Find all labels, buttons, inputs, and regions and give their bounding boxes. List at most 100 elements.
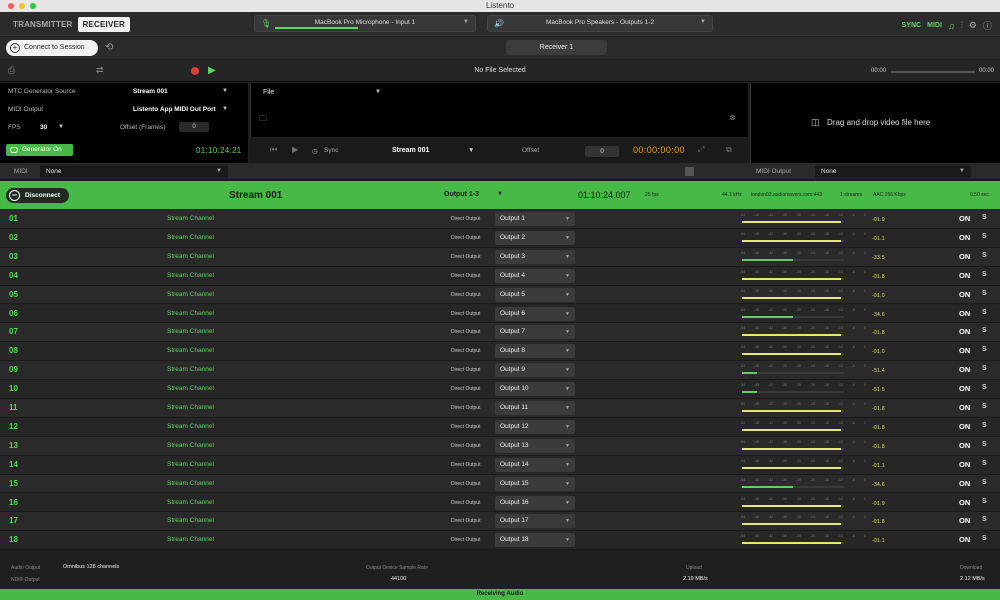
channel-on-toggle[interactable]: ON	[959, 479, 970, 488]
channel-on-toggle[interactable]: ON	[959, 327, 970, 336]
channel-output-select[interactable]: Output 1 ▼	[495, 212, 575, 226]
channel-solo-button[interactable]: S	[982, 441, 987, 448]
channel-output-select[interactable]: Output 18 ▼	[495, 533, 575, 548]
channel-solo-button[interactable]: S	[982, 346, 987, 353]
fps-select[interactable]: 30	[40, 124, 47, 131]
channel-solo-button[interactable]: S	[982, 309, 987, 316]
input-device-select[interactable]: 🎙 MacBook Pro Microphone - Input 1 ▼	[254, 15, 476, 32]
channel-on-toggle[interactable]: ON	[959, 214, 970, 223]
channel-on-toggle[interactable]: ON	[959, 346, 970, 355]
channel-output-select[interactable]: Output 17 ▼	[495, 514, 575, 529]
meter-tick-label: -36	[781, 326, 788, 331]
clear-icon[interactable]: ⊗	[729, 113, 736, 122]
channel-on-toggle[interactable]: ON	[959, 309, 970, 318]
skip-back-icon[interactable]: ⏮	[270, 145, 277, 155]
level-meter: -54 -48 -42 -36 -30 -24 -18 -12 -6 0	[740, 364, 866, 377]
channel-on-toggle[interactable]: ON	[959, 290, 970, 299]
sync-toggle[interactable]: SYNC	[902, 22, 921, 29]
level-meter: -54 -48 -42 -36 -30 -24 -18 -12 -6 0	[740, 326, 866, 339]
disconnect-button[interactable]: − Disconnect	[6, 188, 69, 203]
channel-on-toggle[interactable]: ON	[959, 498, 970, 507]
channel-on-toggle[interactable]: ON	[959, 233, 970, 242]
play-icon[interactable]: ▶	[292, 145, 298, 154]
channel-on-toggle[interactable]: ON	[959, 516, 970, 525]
channel-solo-button[interactable]: S	[982, 403, 987, 410]
channel-solo-button[interactable]: S	[982, 327, 987, 334]
channel-on-toggle[interactable]: ON	[959, 384, 970, 393]
zoom-window-button[interactable]	[30, 3, 36, 9]
channel-output-select[interactable]: Output 8 ▼	[495, 344, 575, 359]
channel-number: 13	[9, 440, 18, 450]
file-select[interactable]: File	[263, 89, 274, 96]
channel-output-select[interactable]: Output 15 ▼	[495, 476, 575, 491]
channel-output-select[interactable]: Output 4 ▼	[495, 268, 575, 283]
close-window-button[interactable]	[8, 3, 14, 9]
channel-solo-button[interactable]: S	[982, 535, 987, 542]
midi-output-select[interactable]: None ▼	[815, 165, 971, 178]
channel-solo-button[interactable]: S	[982, 365, 987, 372]
channel-on-toggle[interactable]: ON	[959, 403, 970, 412]
playback-scrubber[interactable]	[891, 71, 975, 73]
stream-output-select[interactable]: Output 1-3	[444, 191, 479, 198]
video-drop-zone[interactable]: ◫ Drag and drop video file here	[750, 83, 1000, 163]
history-icon[interactable]: ⟲	[105, 42, 113, 53]
info-icon[interactable]: ⓘ	[983, 19, 992, 32]
meter-scale: -54 -48 -42 -36 -30 -24 -18 -12 -6 0	[740, 534, 866, 540]
output-device-select[interactable]: 🔊 MacBook Pro Speakers - Outputs 1-2 ▼	[487, 15, 713, 32]
gear-icon[interactable]: ⚙	[969, 20, 977, 31]
channel-on-toggle[interactable]: ON	[959, 535, 970, 544]
channel-on-toggle[interactable]: ON	[959, 365, 970, 374]
channel-on-toggle[interactable]: ON	[959, 271, 970, 280]
sync-stream-select[interactable]: Stream 001	[392, 147, 429, 154]
plus-icon: +	[10, 43, 20, 53]
connect-to-session-button[interactable]: + Connect to Session	[6, 40, 98, 56]
top-toolbar: TRANSMITTER RECEIVER 🎙 MacBook Pro Micro…	[0, 12, 1000, 36]
midi-toggle[interactable]: MIDI	[927, 22, 942, 29]
channel-solo-button[interactable]: S	[982, 271, 987, 278]
channel-output-select[interactable]: Output 16 ▼	[495, 495, 575, 510]
channel-solo-button[interactable]: S	[982, 384, 987, 391]
sync-offset-input[interactable]: 0	[585, 146, 619, 157]
channel-solo-button[interactable]: S	[982, 290, 987, 297]
receiver-button[interactable]: Receiver 1	[506, 40, 607, 55]
midi-output-select[interactable]: Listento App MIDI Out Port	[133, 106, 216, 113]
midi-select[interactable]: None ▼	[40, 165, 228, 178]
midi-checkbox[interactable]	[685, 167, 694, 176]
tab-transmitter[interactable]: TRANSMITTER	[8, 17, 78, 32]
channel-output-select[interactable]: Output 11 ▼	[495, 401, 575, 415]
channel-output-select[interactable]: Output 9 ▼	[495, 363, 575, 378]
channel-output-select[interactable]: Output 12 ▼	[495, 419, 575, 434]
expand-icon[interactable]: ⤢	[698, 145, 704, 155]
meter-track	[742, 372, 844, 375]
channel-solo-button[interactable]: S	[982, 498, 987, 505]
channel-on-toggle[interactable]: ON	[959, 460, 970, 469]
folder-icon[interactable]: 🗀	[259, 113, 267, 127]
minimize-window-button[interactable]	[19, 3, 25, 9]
mtc-source-select[interactable]: Stream 001	[133, 88, 168, 95]
channel-output-select[interactable]: Output 5 ▼	[495, 287, 575, 302]
mixer-icon[interactable]: ⫶	[961, 20, 963, 31]
channel-output-select[interactable]: Output 13 ▼	[495, 438, 575, 453]
channel-output-select[interactable]: Output 2 ▼	[495, 230, 575, 245]
channel-on-toggle[interactable]: ON	[959, 422, 970, 431]
channel-solo-button[interactable]: S	[982, 233, 987, 240]
channel-output-select[interactable]: Output 7 ▼	[495, 325, 575, 340]
screen-icon[interactable]: ⧉	[726, 145, 732, 155]
channel-solo-button[interactable]: S	[982, 479, 987, 486]
channel-solo-button[interactable]: S	[982, 214, 987, 221]
tab-receiver[interactable]: RECEIVER	[77, 17, 131, 32]
channel-name: Stream Channel	[167, 385, 214, 393]
music-note-icon[interactable]: ♫	[948, 21, 955, 31]
channel-solo-button[interactable]: S	[982, 422, 987, 429]
channel-solo-button[interactable]: S	[982, 252, 987, 259]
channel-output-select[interactable]: Output 10 ▼	[495, 382, 575, 397]
channel-output-select[interactable]: Output 3 ▼	[495, 249, 575, 264]
channel-solo-button[interactable]: S	[982, 516, 987, 523]
channel-output-select[interactable]: Output 14 ▼	[495, 457, 575, 472]
channel-output-select[interactable]: Output 6 ▼	[495, 306, 575, 321]
generator-on-button[interactable]: Generator On	[6, 144, 73, 156]
channel-solo-button[interactable]: S	[982, 460, 987, 467]
offset-frames-input[interactable]: 0	[179, 122, 209, 132]
channel-on-toggle[interactable]: ON	[959, 441, 970, 450]
channel-on-toggle[interactable]: ON	[959, 252, 970, 261]
